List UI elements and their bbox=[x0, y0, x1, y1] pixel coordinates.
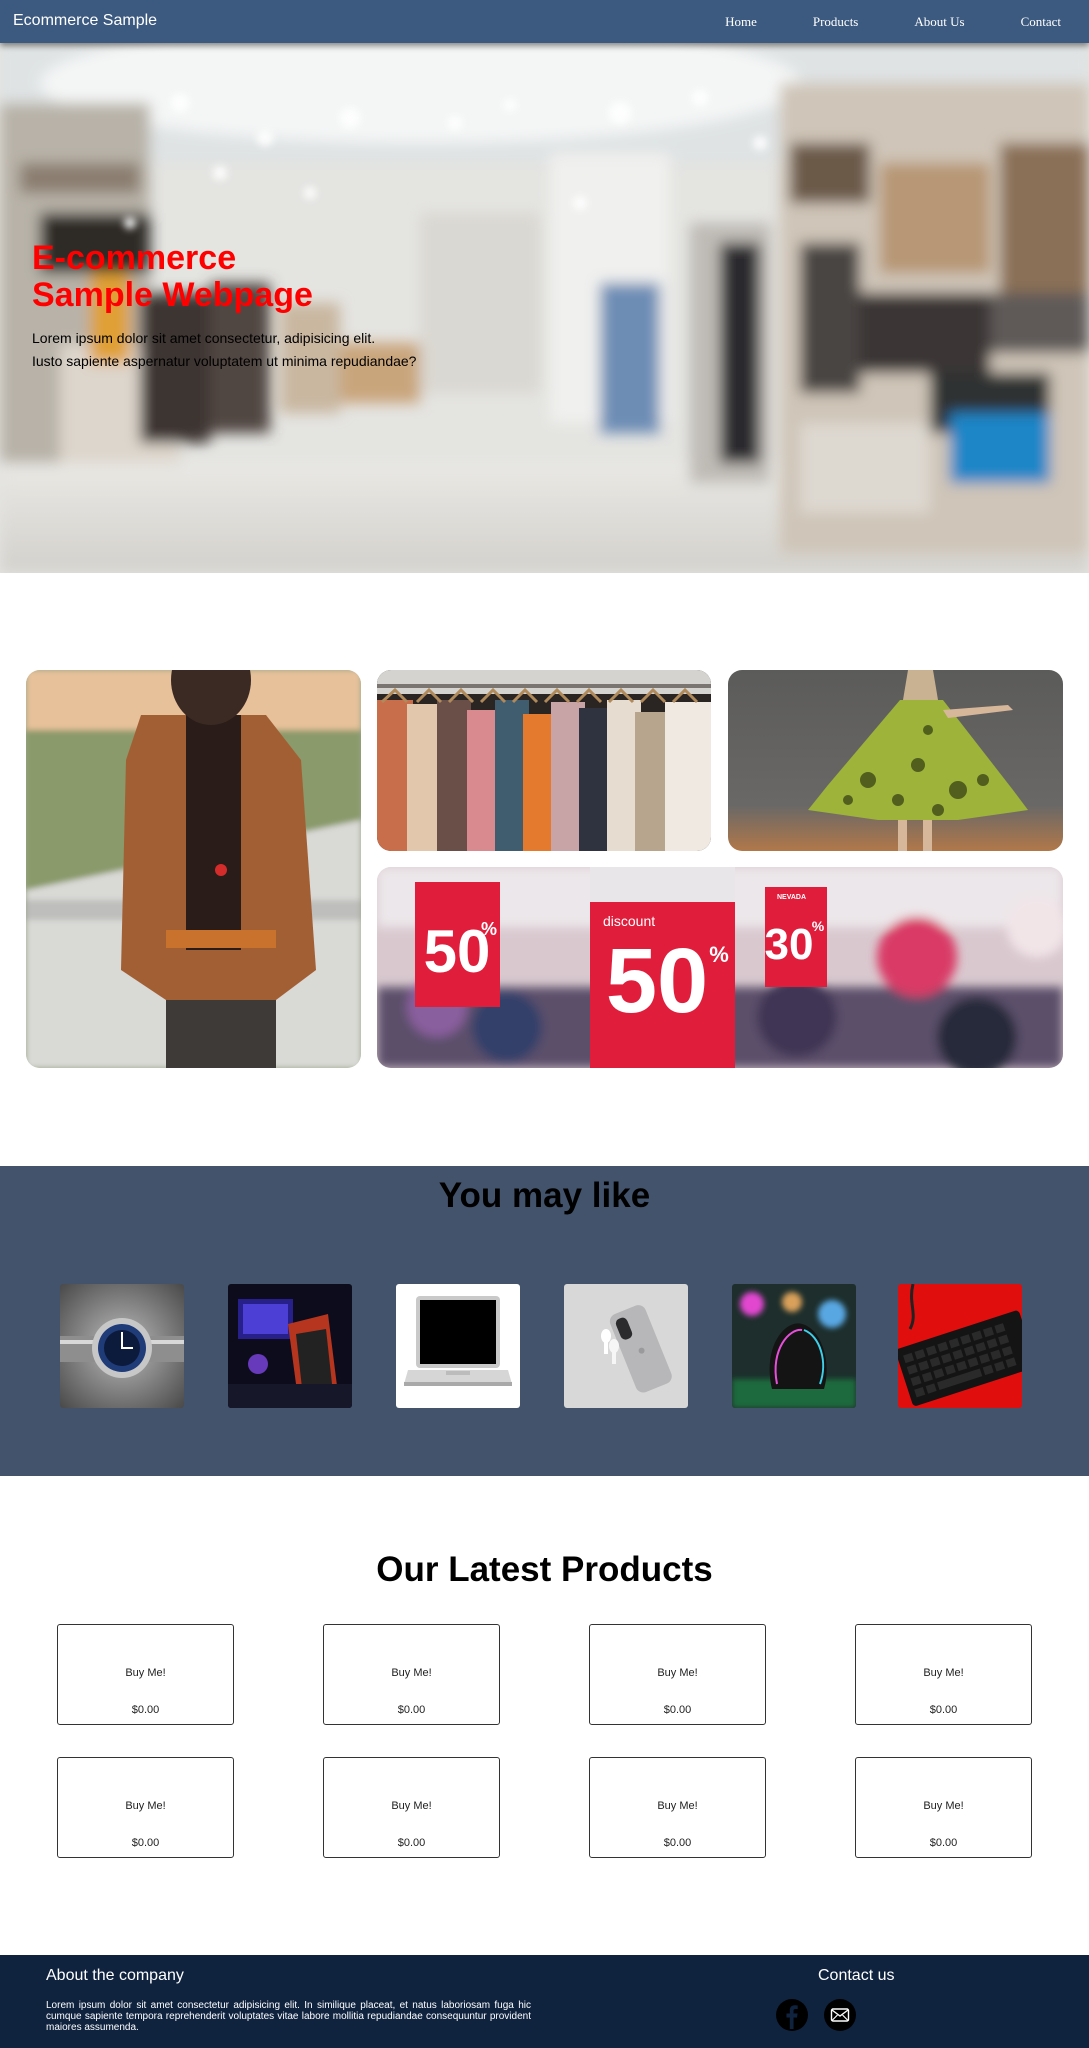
product-card: Buy Me! $0.00 bbox=[855, 1624, 1032, 1725]
sale-tag-1-percent: % bbox=[481, 919, 497, 939]
product-price: $0.00 bbox=[929, 1704, 958, 1716]
nav-about-link[interactable]: About Us bbox=[899, 14, 979, 30]
you-may-like-section: You may like bbox=[0, 1166, 1089, 1476]
product-thumb-watch[interactable] bbox=[60, 1284, 184, 1408]
product-price: $0.00 bbox=[131, 1704, 160, 1716]
product-thumb-gaming-setup[interactable] bbox=[228, 1284, 352, 1408]
product-thumb-keyboard[interactable] bbox=[898, 1284, 1022, 1408]
you-may-like-title: You may like bbox=[438, 1176, 651, 1215]
gallery-image-discount-sale[interactable]: 50 % discount 50 % NEVADA 30 % bbox=[377, 867, 1063, 1068]
footer: About the company Lorem ipsum dolor sit … bbox=[0, 1955, 1089, 2048]
woman-leather-jacket-photo bbox=[26, 670, 361, 1068]
footer-about-text: Lorem ipsum dolor sit amet consectetur a… bbox=[46, 2000, 531, 2033]
product-card: Buy Me! $0.00 bbox=[589, 1624, 766, 1725]
latest-products-title: Our Latest Products bbox=[376, 1550, 713, 1589]
buy-me-link[interactable]: Buy Me! bbox=[58, 1667, 233, 1679]
sale-tag-2-number: 50 bbox=[606, 930, 708, 1032]
sale-tag-3-number: 30 bbox=[765, 920, 814, 969]
clothes-rack-photo bbox=[377, 670, 711, 851]
nav-contact-link[interactable]: Contact bbox=[1006, 14, 1076, 30]
product-card: Buy Me! $0.00 bbox=[57, 1757, 234, 1858]
buy-me-link[interactable]: Buy Me! bbox=[590, 1667, 765, 1679]
product-price: $0.00 bbox=[663, 1837, 692, 1849]
hero-banner: E-commerce Sample Webpage Lorem ipsum do… bbox=[0, 43, 1089, 573]
footer-about-title: About the company bbox=[46, 1967, 184, 1984]
product-card: Buy Me! $0.00 bbox=[57, 1624, 234, 1725]
facebook-icon[interactable] bbox=[776, 1999, 808, 2031]
product-card: Buy Me! $0.00 bbox=[323, 1624, 500, 1725]
keyboard-icon bbox=[898, 1284, 1022, 1408]
navbar: Ecommerce Sample Home Products About Us … bbox=[0, 0, 1089, 43]
product-thumb-gaming-mouse[interactable] bbox=[732, 1284, 856, 1408]
product-card: Buy Me! $0.00 bbox=[323, 1757, 500, 1858]
watch-icon bbox=[60, 1284, 184, 1408]
hero-subtitle: Lorem ipsum dolor sit amet consectetur, … bbox=[32, 327, 416, 373]
product-thumb-laptop[interactable] bbox=[396, 1284, 520, 1408]
product-price: $0.00 bbox=[929, 1837, 958, 1849]
laptop-icon bbox=[396, 1284, 520, 1408]
buy-me-link[interactable]: Buy Me! bbox=[324, 1800, 499, 1812]
hero-subtitle-line-2: Iusto sapiente aspernatur voluptatem ut … bbox=[32, 353, 417, 369]
gallery-image-green-dress[interactable] bbox=[728, 670, 1063, 851]
product-price: $0.00 bbox=[663, 1704, 692, 1716]
mail-glyph bbox=[825, 2000, 855, 2030]
buy-me-link[interactable]: Buy Me! bbox=[856, 1800, 1031, 1812]
gaming-setup-icon bbox=[228, 1284, 352, 1408]
sale-tag-3-label: NEVADA bbox=[777, 894, 806, 901]
product-price: $0.00 bbox=[397, 1837, 426, 1849]
nav-home-link[interactable]: Home bbox=[710, 14, 772, 30]
woman-green-dress-photo bbox=[728, 670, 1063, 851]
phone-earbuds-icon bbox=[564, 1284, 688, 1408]
product-price: $0.00 bbox=[397, 1704, 426, 1716]
gallery-image-leather-jacket[interactable] bbox=[26, 670, 361, 1068]
buy-me-link[interactable]: Buy Me! bbox=[324, 1667, 499, 1679]
footer-contact-title: Contact us bbox=[818, 1967, 895, 1984]
hero-subtitle-line-1: Lorem ipsum dolor sit amet consectetur, … bbox=[32, 330, 376, 346]
buy-me-link[interactable]: Buy Me! bbox=[590, 1800, 765, 1812]
product-thumb-phone-earbuds[interactable] bbox=[564, 1284, 688, 1408]
buy-me-link[interactable]: Buy Me! bbox=[58, 1800, 233, 1812]
mail-icon[interactable] bbox=[824, 1999, 856, 2031]
gallery-image-clothes-rack[interactable] bbox=[377, 670, 711, 851]
nav-links: Home Products About Us Contact bbox=[697, 0, 1089, 43]
product-price: $0.00 bbox=[131, 1837, 160, 1849]
brand-logo-text[interactable]: Ecommerce Sample bbox=[13, 12, 157, 30]
gaming-mouse-icon bbox=[732, 1284, 856, 1408]
buy-me-link[interactable]: Buy Me! bbox=[856, 1667, 1031, 1679]
product-card: Buy Me! $0.00 bbox=[589, 1757, 766, 1858]
sale-tag-3-percent: % bbox=[812, 918, 825, 934]
nav-products-link[interactable]: Products bbox=[798, 14, 874, 30]
discount-sale-photo: 50 % discount 50 % NEVADA 30 % bbox=[377, 867, 1063, 1068]
hero-title: E-commerce Sample Webpage bbox=[32, 239, 313, 314]
product-card: Buy Me! $0.00 bbox=[855, 1757, 1032, 1858]
sale-tag-2-label: discount bbox=[603, 913, 655, 929]
facebook-glyph bbox=[777, 2000, 807, 2030]
sale-tag-2-percent: % bbox=[709, 942, 729, 967]
